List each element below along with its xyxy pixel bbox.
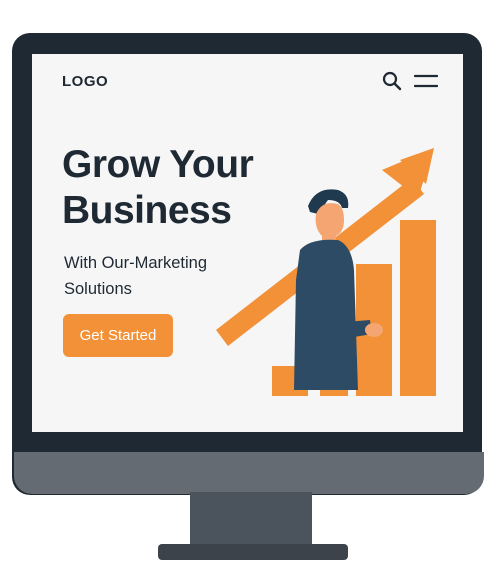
monitor-stand-neck bbox=[190, 492, 312, 546]
monitor-chin bbox=[14, 452, 484, 494]
monitor-stand-base bbox=[158, 544, 348, 560]
hamburger-menu-icon[interactable] bbox=[414, 73, 438, 89]
get-started-button[interactable]: Get Started bbox=[63, 314, 173, 357]
site-logo[interactable]: LOGO bbox=[62, 73, 108, 90]
search-icon[interactable] bbox=[382, 71, 402, 91]
website-screen: LOGO Grow Your Business With Our-Marketi… bbox=[32, 54, 463, 432]
growth-chart-person-illustration bbox=[216, 148, 436, 396]
